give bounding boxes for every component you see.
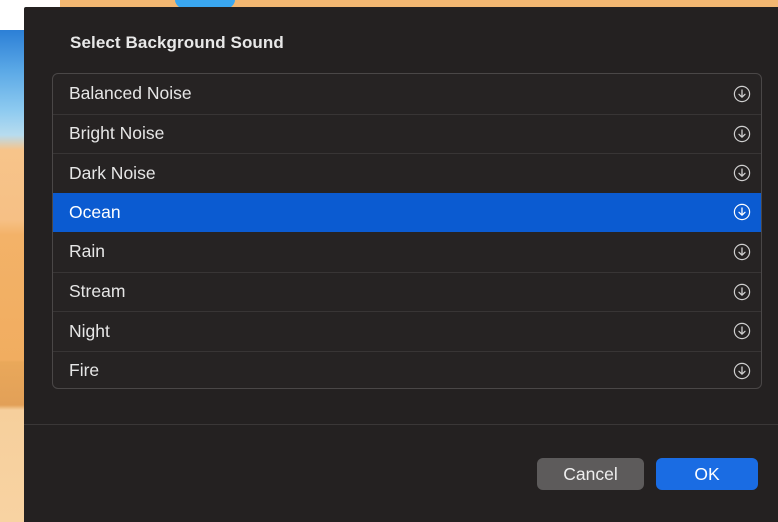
list-item-bright-noise[interactable]: Bright Noise	[53, 113, 761, 154]
footer-divider	[24, 424, 778, 425]
list-item-night[interactable]: Night	[53, 311, 761, 351]
list-item-balanced-noise[interactable]: Balanced Noise	[53, 74, 761, 114]
list-item-stream[interactable]: Stream	[53, 271, 761, 312]
list-item-label: Stream	[69, 281, 126, 302]
list-item-ocean[interactable]: Ocean	[53, 192, 761, 232]
download-icon[interactable]	[733, 125, 751, 143]
download-icon[interactable]	[733, 322, 751, 340]
list-item-label: Bright Noise	[69, 123, 165, 144]
download-icon[interactable]	[733, 283, 751, 301]
dialog-title: Select Background Sound	[70, 33, 284, 52]
download-icon[interactable]	[733, 164, 751, 182]
list-item-fire[interactable]: Fire	[53, 350, 761, 389]
download-icon[interactable]	[733, 362, 751, 380]
list-item-label: Balanced Noise	[69, 83, 192, 104]
ok-button[interactable]: OK	[656, 458, 758, 490]
select-background-sound-dialog: Select Background Sound Balanced Noise B…	[24, 7, 778, 522]
download-icon[interactable]	[733, 243, 751, 261]
cancel-button[interactable]: Cancel	[537, 458, 644, 490]
sound-list[interactable]: Balanced Noise Bright Noise Dark Noise O…	[52, 73, 762, 389]
download-icon[interactable]	[733, 85, 751, 103]
list-item-label: Dark Noise	[69, 162, 156, 183]
list-item-label: Fire	[69, 360, 100, 381]
download-icon[interactable]	[733, 203, 751, 221]
list-item-label: Rain	[69, 241, 105, 262]
list-item-label: Ocean	[69, 201, 121, 222]
list-item-label: Night	[69, 320, 110, 341]
list-item-rain[interactable]: Rain	[53, 232, 761, 272]
list-item-dark-noise[interactable]: Dark Noise	[53, 153, 761, 193]
